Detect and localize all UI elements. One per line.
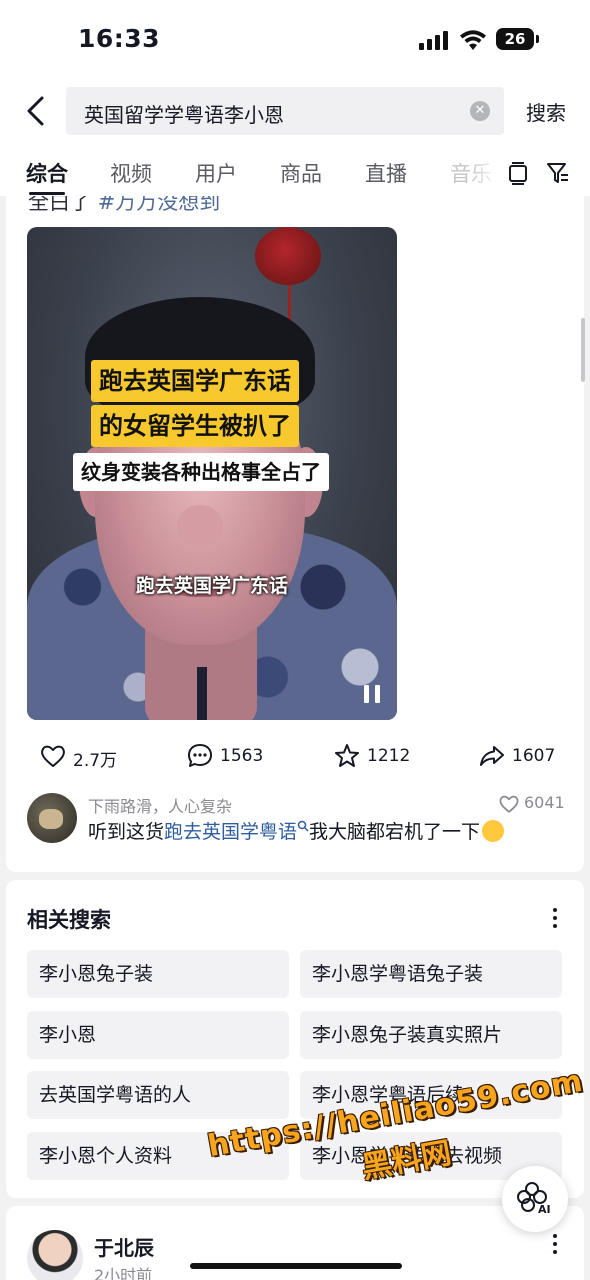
video-subtitle: 跑去英国学广东话: [135, 575, 288, 597]
cellular-signal-icon: [419, 30, 449, 50]
lantern: [255, 227, 321, 285]
tab-indicator: [29, 192, 65, 195]
watermark-name: 黑料网: [359, 1135, 454, 1186]
video-thumbnail[interactable]: 跑去英国学广东话 的女留学生被扒了 纹身变装各种出格事全占了 跑去英国学广东话: [27, 227, 397, 720]
more-icon[interactable]: [552, 1234, 558, 1254]
comment-search-link[interactable]: 跑去英国学粤语: [164, 821, 297, 843]
header: 16:33 26 英国留学学粤语李小恩 ✕ 搜索 综合 视频 用户 商品 直播 …: [0, 0, 590, 196]
top-comment[interactable]: 下雨路滑，人心复杂 6041 听到这货跑去英国学粤语 我大脑都宕机了一下: [6, 791, 584, 851]
laughing-crying-emoji-icon: [482, 820, 505, 842]
tab-comprehensive[interactable]: 综合: [26, 158, 68, 188]
search-query: 英国留学学粤语李小恩: [84, 103, 284, 127]
comment-text-before: 听到这货: [88, 821, 165, 843]
filter-icon[interactable]: [545, 160, 571, 186]
tab-bar: 综合 视频 用户 商品 直播 音乐: [0, 148, 590, 196]
back-arrow-icon[interactable]: [22, 94, 52, 128]
comment-button[interactable]: 1563: [186, 742, 276, 770]
tab-users[interactable]: 用户: [195, 158, 237, 188]
caption-line-1: 跑去英国学广东话: [91, 360, 299, 402]
search-input[interactable]: 英国留学学粤语李小恩 ✕: [66, 87, 504, 135]
tab-video[interactable]: 视频: [110, 158, 152, 188]
related-search-chip[interactable]: 李小恩: [27, 1011, 289, 1059]
ai-label: AI: [538, 1203, 551, 1216]
status-bar: 16:33 26: [0, 0, 590, 80]
like-count: 2.7万: [73, 751, 118, 771]
tab-live[interactable]: 直播: [365, 158, 407, 188]
related-searches-title: 相关搜索: [27, 908, 111, 932]
like-button[interactable]: 2.7万: [39, 742, 129, 771]
tab-fade: [470, 148, 500, 196]
comment-icon: [188, 744, 212, 767]
nose: [177, 505, 223, 547]
avatar[interactable]: [27, 1230, 83, 1280]
next-post-author[interactable]: 于北辰: [94, 1232, 154, 1261]
share-button[interactable]: 1607: [478, 742, 568, 770]
battery-cap: [536, 35, 539, 43]
search-button[interactable]: 搜索: [526, 97, 566, 126]
caption-line-3: 纹身变装各种出格事全占了: [73, 453, 329, 491]
zipper: [197, 667, 207, 720]
ai-assistant-button[interactable]: AI: [502, 1166, 568, 1232]
home-indicator: [190, 1263, 402, 1269]
heart-icon: [41, 745, 65, 767]
comment-text-after: 我大脑都宕机了一下: [309, 821, 481, 843]
avatar[interactable]: [27, 793, 77, 843]
wifi-icon: [460, 30, 486, 50]
related-search-chip[interactable]: 李小恩兔子装真实照片: [300, 1011, 562, 1059]
favorite-count: 1212: [367, 746, 411, 766]
share-icon: [480, 746, 504, 766]
pause-icon[interactable]: [364, 685, 382, 703]
tab-products[interactable]: 商品: [280, 158, 322, 188]
favorite-button[interactable]: 1212: [333, 742, 423, 770]
battery-icon: 26: [496, 28, 534, 50]
video-result-card: 全白了 #万万没想到 跑去英国学广东话 的女留学生被扒了 纹身变装各种出格事全占…: [6, 190, 584, 872]
caption-line-2: 的女留学生被扒了: [91, 405, 299, 447]
heart-icon: [499, 795, 519, 813]
related-search-chip[interactable]: 李小恩学粤语兔子装: [300, 950, 562, 998]
comment-author[interactable]: 下雨路滑，人心复杂: [88, 793, 232, 817]
comment-like-count: 6041: [524, 793, 565, 812]
comment-text: 听到这货跑去英国学粤语 我大脑都宕机了一下: [88, 817, 505, 844]
next-post-time: 2小时前: [94, 1266, 153, 1280]
more-icon[interactable]: [552, 908, 558, 928]
action-bar: 2.7万 1563 1212 1607: [6, 736, 584, 776]
close-circle-icon[interactable]: ✕: [470, 101, 490, 121]
status-time: 16:33: [78, 24, 161, 53]
share-count: 1607: [512, 746, 556, 766]
layout-toggle-icon[interactable]: [505, 160, 531, 186]
scrollbar[interactable]: [581, 318, 585, 382]
related-search-chip[interactable]: 李小恩兔子装: [27, 950, 289, 998]
star-icon: [335, 744, 359, 767]
comment-count: 1563: [220, 746, 264, 766]
search-icon: [297, 820, 309, 832]
